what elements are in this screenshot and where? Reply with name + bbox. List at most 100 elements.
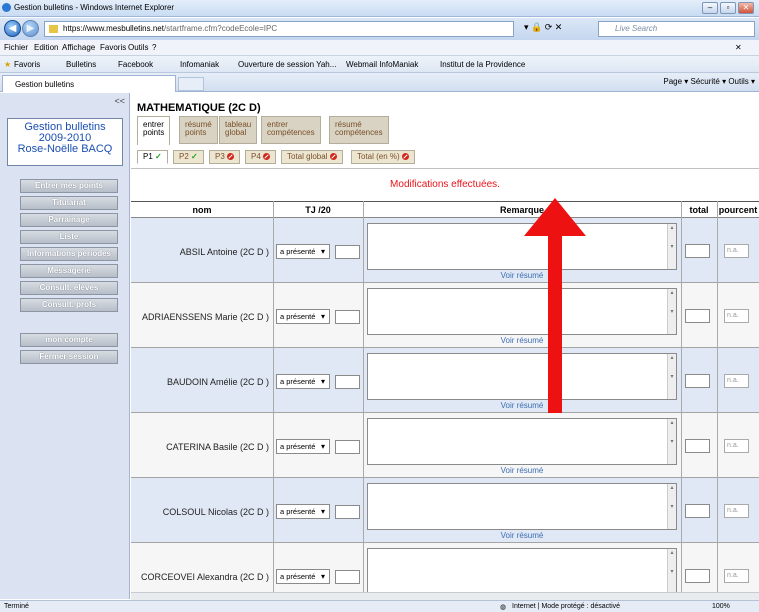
minimize-button[interactable]: – <box>702 2 718 14</box>
period-tab-total-global[interactable]: Total global <box>281 150 343 164</box>
menu-favoris[interactable]: Favoris <box>100 43 126 52</box>
textarea-scrollbar[interactable]: ▴ ▾ <box>667 289 676 334</box>
presence-select[interactable]: a présenté <box>276 504 330 519</box>
close-menu-icon[interactable]: ✕ <box>735 43 742 52</box>
total-input[interactable] <box>685 244 710 258</box>
sidebar-informations-periodes[interactable]: Informations périodes <box>20 247 118 261</box>
fav-webmail[interactable]: Webmail InfoManiak <box>346 60 418 69</box>
main-content: MATHEMATIQUE (2C D) entrer points résumé p… <box>131 93 759 599</box>
tj-score-input[interactable] <box>335 245 360 259</box>
presence-select[interactable]: a présenté <box>276 374 330 389</box>
maximize-button[interactable]: ▫ <box>720 2 736 14</box>
sidebar-liste[interactable]: Liste <box>20 230 118 244</box>
presence-select[interactable]: a présenté <box>276 569 330 584</box>
favorites-bar: ★ Favoris Bulletins Facebook Infomaniak … <box>0 56 759 73</box>
tj-score-input[interactable] <box>335 440 360 454</box>
forbidden-icon <box>227 153 235 160</box>
menu-edition[interactable]: Edition <box>34 43 58 52</box>
voir-resume-link[interactable]: Voir résumé <box>367 401 677 410</box>
menu-affichage[interactable]: Affichage <box>62 43 95 52</box>
search-input[interactable]: Live Search <box>598 21 755 37</box>
tab-label: points <box>185 128 207 137</box>
tj-score-input[interactable] <box>335 310 360 324</box>
tab-gestion-bulletins[interactable]: Gestion bulletins <box>2 75 176 92</box>
user-name: Rose-Noëlle BACQ <box>17 143 113 155</box>
address-actions[interactable]: ▾ 🔒 ⟳ ✕ <box>524 22 562 33</box>
presence-select[interactable]: a présenté <box>276 309 330 324</box>
command-bar[interactable]: Page ▾ Sécurité ▾ Outils ▾ <box>663 77 755 86</box>
remark-textarea[interactable]: ▴ ▾ <box>367 483 677 530</box>
forward-button[interactable]: ▶ <box>22 20 39 37</box>
back-button[interactable]: ◀ <box>4 20 21 37</box>
page-title: MATHEMATIQUE (2C D) <box>137 102 261 114</box>
sidebar-messagerie[interactable]: Messagerie <box>20 264 118 278</box>
favorites-button[interactable]: Favoris <box>14 60 40 69</box>
period-label: P4 <box>251 152 261 161</box>
tab-resume-points[interactable]: résumé points <box>179 116 218 144</box>
period-tab-p1[interactable]: P1 ✓ <box>137 150 168 164</box>
sidebar-mon-compte[interactable]: mon compte <box>20 333 118 347</box>
remark-textarea[interactable]: ▴ ▾ <box>367 288 677 335</box>
voir-resume-link[interactable]: Voir résumé <box>367 466 677 475</box>
collapse-sidebar-button[interactable]: << <box>114 96 125 106</box>
remark-textarea[interactable]: ▴ ▾ <box>367 353 677 400</box>
fav-providence[interactable]: Institut de la Providence <box>440 60 525 69</box>
textarea-scrollbar[interactable]: ▴ ▾ <box>667 224 676 269</box>
remark-textarea[interactable]: ▴ ▾ <box>367 223 677 270</box>
textarea-scrollbar[interactable]: ▴ ▾ <box>667 484 676 529</box>
sidebar-consult-profs[interactable]: Consult. profs <box>20 298 118 312</box>
voir-resume-link[interactable]: Voir résumé <box>367 271 677 280</box>
presence-select[interactable]: a présenté <box>276 244 330 259</box>
textarea-scrollbar[interactable]: ▴ ▾ <box>667 419 676 464</box>
menu-outils[interactable]: Outils <box>128 43 148 52</box>
fav-bulletins[interactable]: Bulletins <box>66 60 96 69</box>
status-message: Modifications effectuées. <box>390 179 500 190</box>
total-input[interactable] <box>685 569 710 583</box>
total-input[interactable] <box>685 374 710 388</box>
tab-resume-competences[interactable]: résumé compétences <box>329 116 389 144</box>
sidebar: << Gestion bulletins 2009-2010 Rose-Noël… <box>0 93 130 599</box>
total-input[interactable] <box>685 439 710 453</box>
remark-textarea[interactable]: ▴ ▾ <box>367 418 677 465</box>
period-tab-p4[interactable]: P4 <box>245 150 277 164</box>
address-bar: ◀ ▶ https://www.mesbulletins.net/startfr… <box>0 18 759 40</box>
tab-entrer-competences[interactable]: entrer compétences <box>261 116 321 144</box>
total-input[interactable] <box>685 309 710 323</box>
tab-entrer-points[interactable]: entrer points <box>137 116 171 145</box>
period-tab-p3[interactable]: P3 <box>209 150 241 164</box>
sidebar-parrainage[interactable]: Parrainage <box>20 213 118 227</box>
textarea-scrollbar[interactable]: ▴ ▾ <box>667 549 676 594</box>
sidebar-entrer-points[interactable]: Entrer mes points <box>20 179 118 193</box>
voir-resume-link[interactable]: Voir résumé <box>367 531 677 540</box>
close-window-button[interactable]: ✕ <box>738 2 754 14</box>
menu-fichier[interactable]: Fichier <box>4 43 28 52</box>
horizontal-scrollbar[interactable] <box>131 592 759 600</box>
student-name: ABSIL Antoine (2C D ) <box>179 247 269 257</box>
period-tab-p2[interactable]: P2 ✓ <box>173 150 204 164</box>
tab-label: compétences <box>335 128 383 137</box>
zoom-level[interactable]: 100% <box>712 603 730 610</box>
table-row: CORCEOVEI Alexandra (2C D )a présenté▴▾V… <box>131 543 759 599</box>
period-tabs: P1 ✓ P2 ✓ P3 P4 Total global Total (en %… <box>131 144 759 169</box>
fav-yahoo[interactable]: Ouverture de session Yah... <box>238 60 336 69</box>
status-bar: Terminé ◍ Internet | Mode protégé : désa… <box>0 600 759 612</box>
presence-select[interactable]: a présenté <box>276 439 330 454</box>
tj-score-input[interactable] <box>335 570 360 584</box>
menu-help[interactable]: ? <box>152 43 156 52</box>
fav-facebook[interactable]: Facebook <box>118 60 153 69</box>
sidebar-titulariat[interactable]: Titulariat <box>20 196 118 210</box>
globe-icon: ◍ <box>500 604 507 611</box>
fav-infomaniak[interactable]: Infomaniak <box>180 60 219 69</box>
sidebar-consult-eleves[interactable]: Consult. élèves <box>20 281 118 295</box>
new-tab-button[interactable] <box>178 77 204 91</box>
total-input[interactable] <box>685 504 710 518</box>
remark-textarea[interactable]: ▴ ▾ <box>367 548 677 595</box>
tj-score-input[interactable] <box>335 375 360 389</box>
tab-tableau-global[interactable]: tableau global <box>219 116 258 144</box>
tj-score-input[interactable] <box>335 505 360 519</box>
period-tab-total-pct[interactable]: Total (en %) <box>351 150 415 164</box>
url-input[interactable]: https://www.mesbulletins.net/startframe.… <box>44 21 514 37</box>
voir-resume-link[interactable]: Voir résumé <box>367 336 677 345</box>
textarea-scrollbar[interactable]: ▴ ▾ <box>667 354 676 399</box>
sidebar-fermer-session[interactable]: Fermer session <box>20 350 118 364</box>
